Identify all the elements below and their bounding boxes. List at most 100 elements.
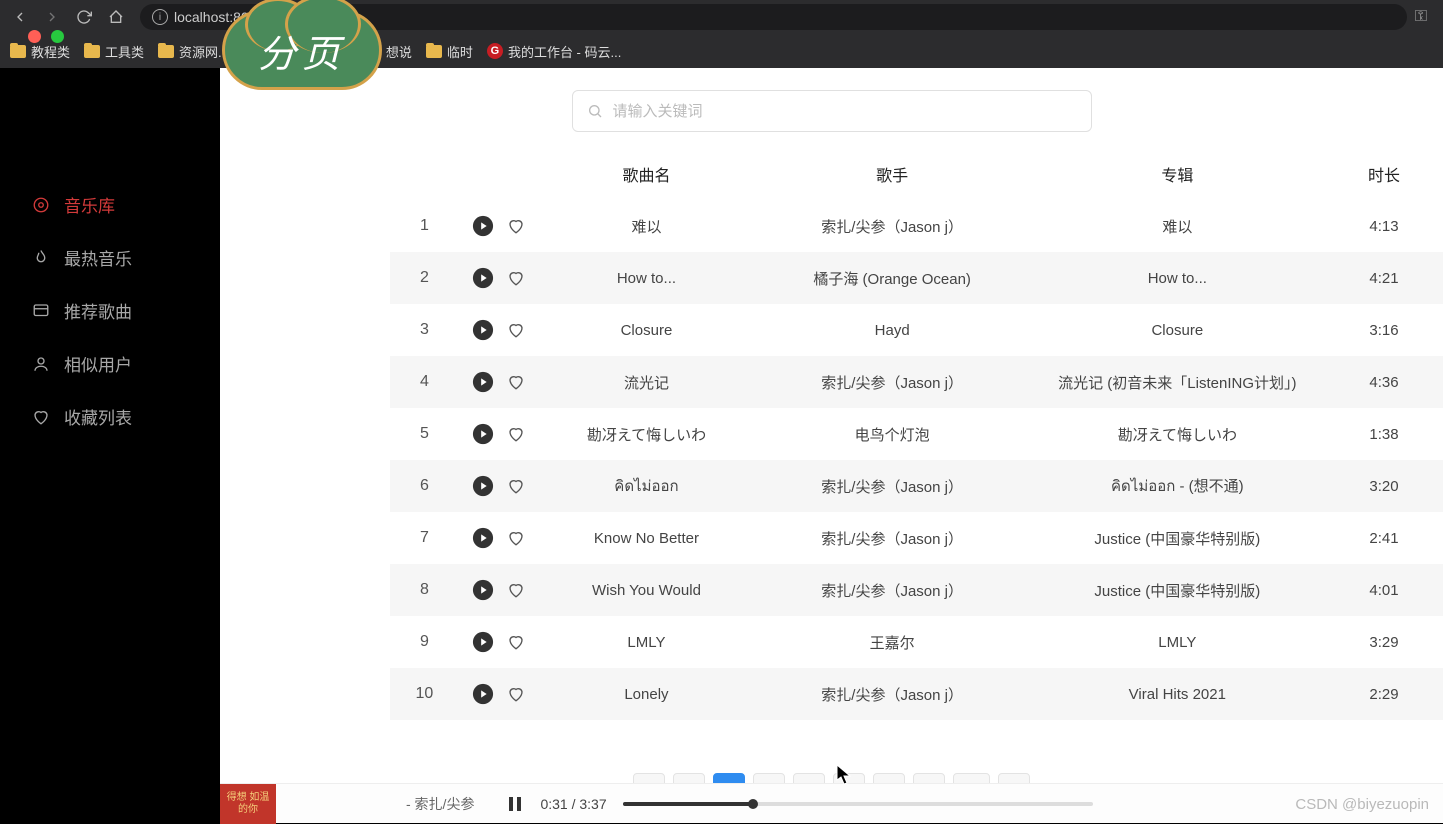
- song-duration: 3:20: [1325, 460, 1443, 512]
- bookmark-item[interactable]: 资源网...: [158, 42, 229, 61]
- song-artist: 索扎/尖参（Jason j）: [755, 564, 1030, 616]
- heart-icon[interactable]: [506, 372, 526, 392]
- col-name: 歌曲名: [538, 148, 754, 200]
- reload-button[interactable]: [72, 5, 96, 29]
- player-track-info: - 索扎/尖参: [276, 794, 490, 814]
- song-name: Closure: [538, 304, 754, 356]
- sidebar-item-label: 音乐库: [64, 192, 115, 217]
- song-name: Wish You Would: [538, 564, 754, 616]
- song-album: 勘冴えて悔しいわ: [1030, 408, 1325, 460]
- sidebar-item-label: 收藏列表: [64, 404, 132, 429]
- player-cover[interactable]: 得想 如温 的你: [220, 784, 276, 824]
- song-name: คิดไม่ออก: [538, 460, 754, 512]
- table-row[interactable]: 10Lonely索扎/尖参（Jason j）Viral Hits 20212:2…: [390, 668, 1443, 720]
- bookmarks-bar: 教程类 工具类资源网... 武侠 考研想说 临时 G我的工作台 - 码云...: [0, 34, 1443, 68]
- url-bar[interactable]: i localhost:8080/discover: [140, 4, 1407, 30]
- play-icon[interactable]: [472, 319, 494, 341]
- song-artist: 索扎/尖参（Jason j）: [755, 668, 1030, 720]
- heart-icon[interactable]: [506, 424, 526, 444]
- song-duration: 3:16: [1325, 304, 1443, 356]
- main-content: 歌曲名 歌手 专辑 时长 1难以索扎/尖参（Jason j）难以4:132How…: [220, 68, 1443, 823]
- row-controls: [459, 304, 538, 356]
- bookmark-label: 工具类: [105, 42, 144, 61]
- bookmark-item[interactable]: 工具类: [84, 42, 144, 61]
- bookmark-label: 考研: [325, 42, 351, 61]
- bookmark-item[interactable]: G我的工作台 - 码云...: [487, 42, 621, 61]
- row-index: 9: [390, 616, 459, 668]
- key-icon[interactable]: ⚿: [1415, 8, 1427, 26]
- bookmark-item[interactable]: 武侠: [243, 42, 290, 61]
- play-icon[interactable]: [472, 371, 494, 393]
- search-input[interactable]: [613, 103, 1077, 120]
- bookmark-item[interactable]: 临时: [426, 42, 473, 61]
- heart-icon[interactable]: [506, 216, 526, 236]
- heart-icon[interactable]: [506, 580, 526, 600]
- browser-toolbar: i localhost:8080/discover ⚿: [0, 0, 1443, 34]
- song-duration: 1:38: [1325, 408, 1443, 460]
- table-row[interactable]: 9LMLY王嘉尔LMLY3:29: [390, 616, 1443, 668]
- heart-icon[interactable]: [506, 320, 526, 340]
- play-icon[interactable]: [472, 579, 494, 601]
- song-artist: 电鸟个灯泡: [755, 408, 1030, 460]
- sidebar-item-推荐歌曲[interactable]: 推荐歌曲: [8, 284, 220, 337]
- url-text: localhost:8080/discover: [174, 9, 320, 25]
- pause-button[interactable]: [504, 793, 526, 815]
- play-icon[interactable]: [472, 475, 494, 497]
- table-row[interactable]: 8Wish You Would索扎/尖参（Jason j）Justice (中国…: [390, 564, 1443, 616]
- song-album: 流光记 (初音未来「ListenING计划」): [1030, 356, 1325, 408]
- play-icon[interactable]: [472, 267, 494, 289]
- bookmark-item[interactable]: 教程类: [10, 42, 70, 61]
- table-row[interactable]: 3ClosureHaydClosure3:16: [390, 304, 1443, 356]
- watermark: CSDN @biyezuopin: [1295, 796, 1429, 813]
- song-artist: 王嘉尔: [755, 616, 1030, 668]
- sidebar-item-label: 相似用户: [64, 351, 132, 376]
- table-row[interactable]: 6คิดไม่ออก索扎/尖参（Jason j）คิดไม่ออก - (想不通…: [390, 460, 1443, 512]
- sidebar-item-收藏列表[interactable]: 收藏列表: [8, 390, 220, 443]
- window-close[interactable]: [28, 30, 41, 43]
- song-duration: 2:41: [1325, 512, 1443, 564]
- heart-icon[interactable]: [506, 476, 526, 496]
- table-row[interactable]: 4流光记索扎/尖参（Jason j）流光记 (初音未来「ListenING计划」…: [390, 356, 1443, 408]
- window-maximize[interactable]: [51, 30, 64, 43]
- forward-button[interactable]: [40, 5, 64, 29]
- play-icon[interactable]: [472, 527, 494, 549]
- song-table: 歌曲名 歌手 专辑 时长 1难以索扎/尖参（Jason j）难以4:132How…: [390, 148, 1443, 720]
- home-button[interactable]: [104, 5, 128, 29]
- row-index: 10: [390, 668, 459, 720]
- play-icon[interactable]: [472, 683, 494, 705]
- song-name: 难以: [538, 200, 754, 252]
- song-album: Justice (中国豪华特别版): [1030, 512, 1325, 564]
- sidebar-item-相似用户[interactable]: 相似用户: [8, 337, 220, 390]
- folder-icon: [243, 45, 259, 58]
- sidebar-item-音乐库[interactable]: 音乐库: [8, 178, 220, 231]
- table-row[interactable]: 1难以索扎/尖参（Jason j）难以4:13: [390, 200, 1443, 252]
- bookmark-label: 临时: [447, 42, 473, 61]
- row-controls: [459, 252, 538, 304]
- heart-icon[interactable]: [506, 528, 526, 548]
- site-info-icon[interactable]: i: [152, 9, 168, 25]
- song-artist: 橘子海 (Orange Ocean): [755, 252, 1030, 304]
- table-row[interactable]: 5勘冴えて悔しいわ电鸟个灯泡勘冴えて悔しいわ1:38: [390, 408, 1443, 460]
- row-index: 7: [390, 512, 459, 564]
- play-icon[interactable]: [472, 631, 494, 653]
- bookmark-item[interactable]: 考研: [304, 42, 351, 61]
- heart-icon[interactable]: [506, 684, 526, 704]
- table-row[interactable]: 2How to...橘子海 (Orange Ocean)How to...4:2…: [390, 252, 1443, 304]
- song-album: คิดไม่ออก - (想不通): [1030, 460, 1325, 512]
- row-index: 6: [390, 460, 459, 512]
- back-button[interactable]: [8, 5, 32, 29]
- song-name: How to...: [538, 252, 754, 304]
- sidebar-item-最热音乐[interactable]: 最热音乐: [8, 231, 220, 284]
- search-box[interactable]: [572, 90, 1092, 132]
- heart-icon[interactable]: [506, 632, 526, 652]
- play-icon[interactable]: [472, 423, 494, 445]
- search-icon: [587, 103, 603, 119]
- play-icon[interactable]: [472, 215, 494, 237]
- heart-icon[interactable]: [506, 268, 526, 288]
- bookmark-item[interactable]: 想说: [365, 42, 412, 61]
- sidebar-item-label: 最热音乐: [64, 245, 132, 270]
- table-row[interactable]: 7Know No Better索扎/尖参（Jason j）Justice (中国…: [390, 512, 1443, 564]
- player-progress[interactable]: [623, 802, 1093, 806]
- window-controls: [28, 30, 64, 43]
- bookmark-label: 教程类: [31, 42, 70, 61]
